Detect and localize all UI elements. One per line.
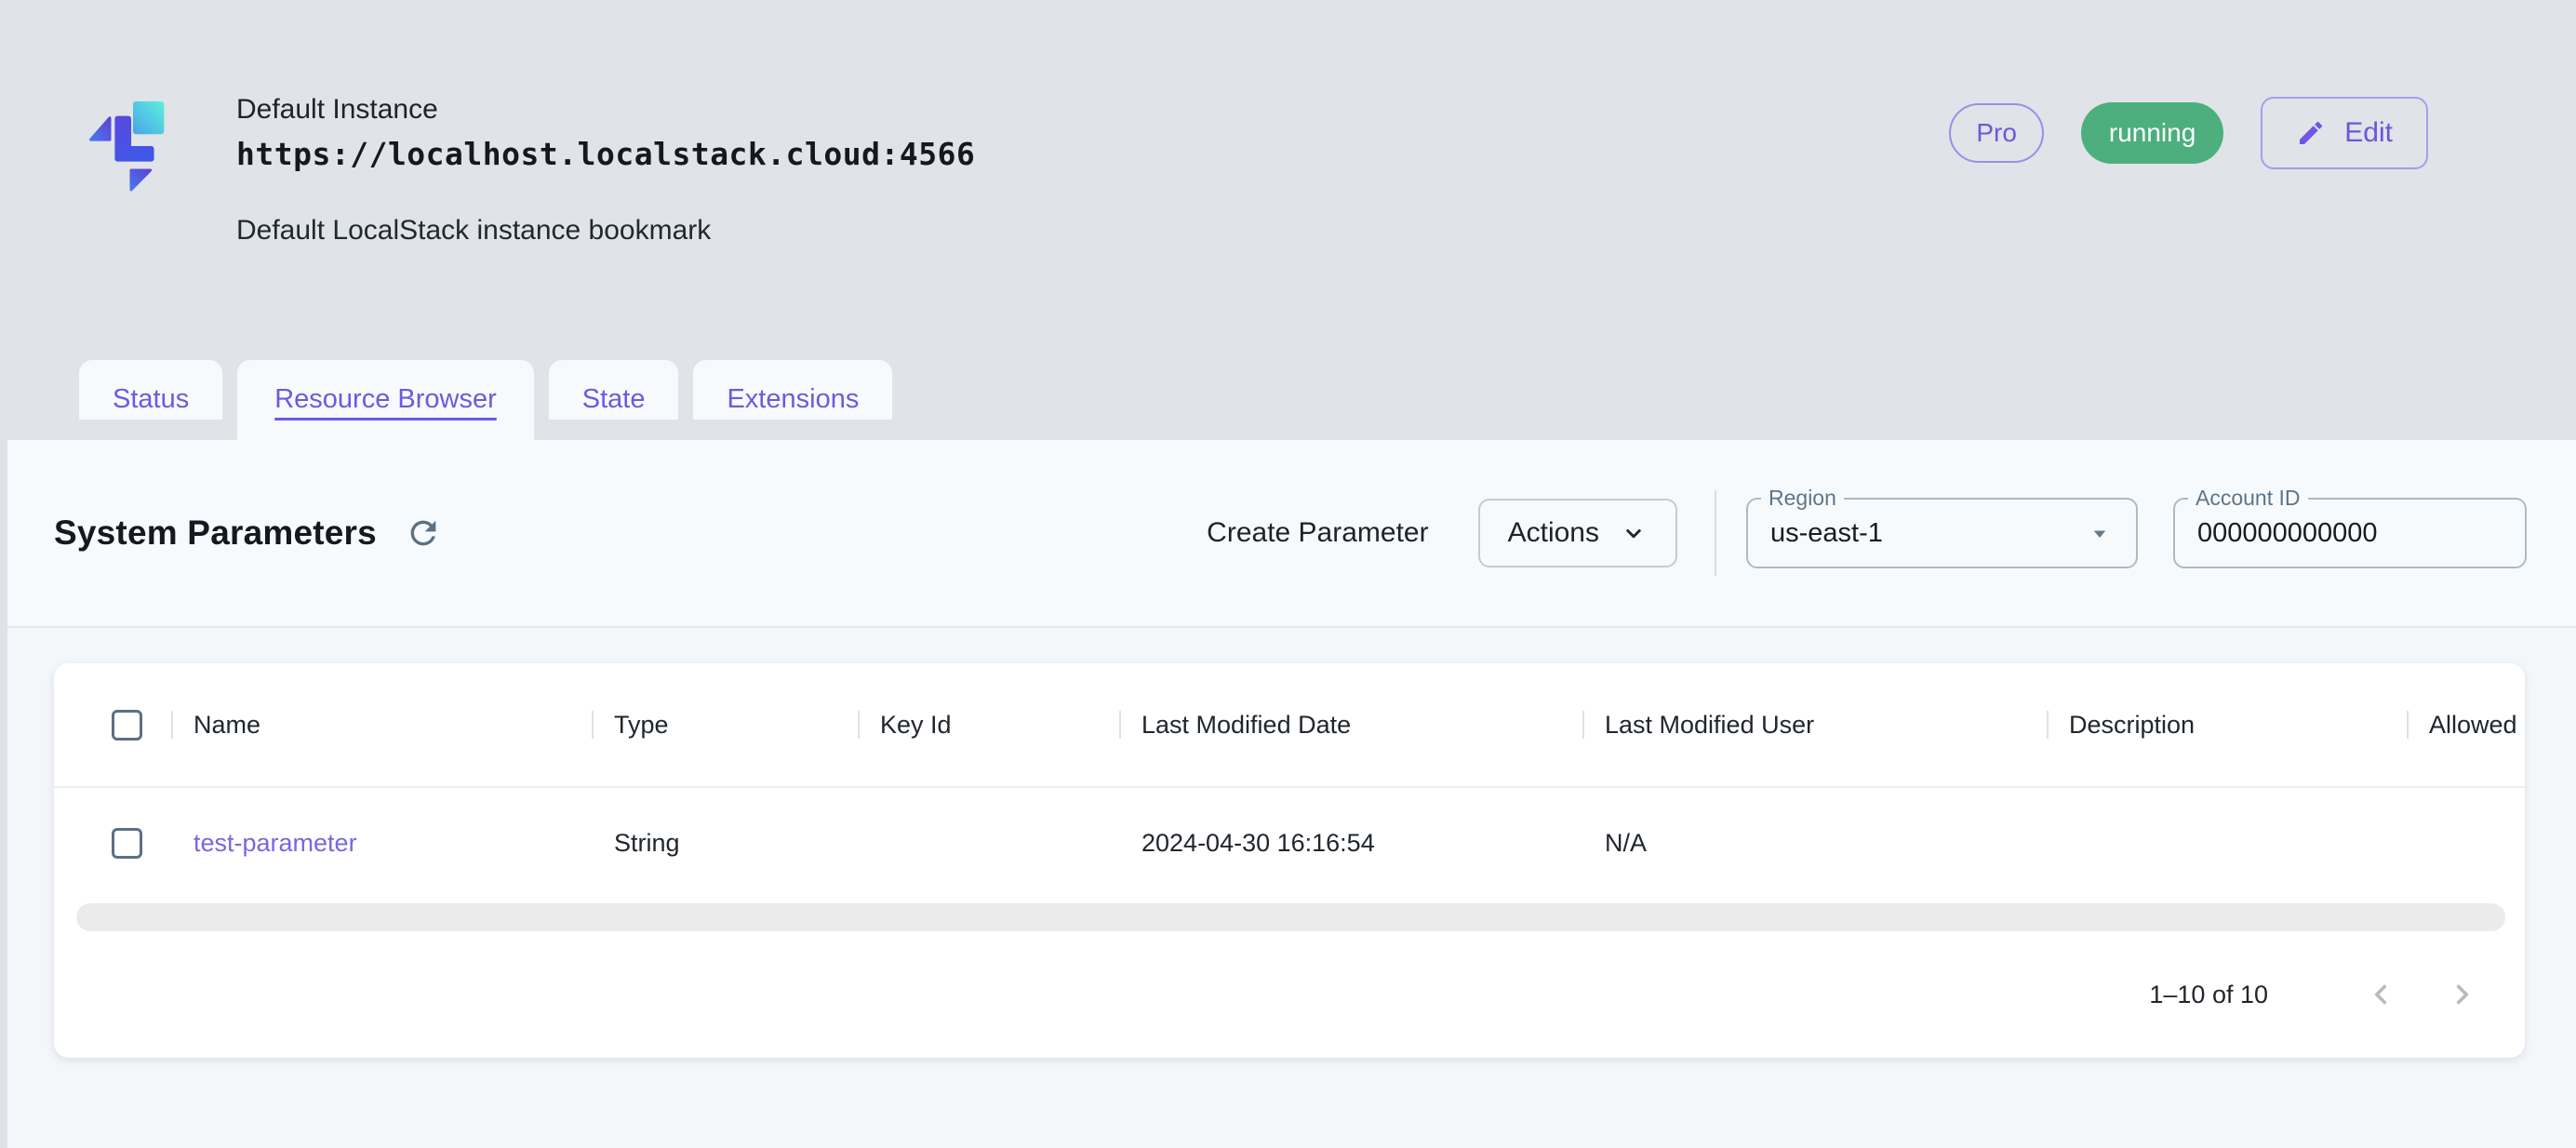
horizontal-scrollbar-track <box>54 898 2525 931</box>
refresh-icon <box>405 514 442 552</box>
row-checkbox[interactable] <box>112 828 142 859</box>
localstack-logo-icon <box>87 93 179 197</box>
localstack-app: Default Instance https://localhost.local… <box>0 0 2576 1148</box>
column-header-description: Description <box>2047 711 2407 740</box>
tab-resource-browser-label: Resource Browser <box>274 384 497 414</box>
instance-header-row: Default Instance https://localhost.local… <box>0 0 2576 247</box>
actions-dropdown-button[interactable]: Actions <box>1478 499 1677 567</box>
account-id-field-value: 000000000000 <box>2197 518 2503 549</box>
chevron-down-icon <box>1620 519 1648 547</box>
column-header-key-id: Key Id <box>858 711 1119 740</box>
toolbar-divider-line <box>1715 490 1716 576</box>
refresh-button[interactable] <box>403 513 444 554</box>
instance-url: https://localhost.localstack.cloud:4566 <box>236 136 1949 172</box>
table-area: Name Type Key Id Last Modified Date Last… <box>0 663 2576 1148</box>
header-checkbox-cell <box>54 710 171 741</box>
column-header-last-modified-date: Last Modified Date <box>1119 711 1582 740</box>
instance-tabs: Status Resource Browser State Extensions <box>79 360 892 440</box>
account-id-field-label: Account ID <box>2188 486 2308 512</box>
instance-badges: Pro running Edit <box>1949 93 2428 169</box>
actions-dropdown-label: Actions <box>1508 517 1599 549</box>
tab-status[interactable]: Status <box>79 360 222 420</box>
instance-name: Default Instance <box>236 93 1949 127</box>
account-id-field[interactable]: Account ID 000000000000 <box>2173 498 2527 568</box>
column-header-last-modified-user: Last Modified User <box>1582 711 2047 740</box>
cell-last-modified-date: 2024-04-30 16:16:54 <box>1119 829 1582 858</box>
tab-state[interactable]: State <box>549 360 679 420</box>
region-select-value: us-east-1 <box>1770 518 2086 549</box>
column-header-type: Type <box>592 711 858 740</box>
chevron-left-icon <box>2365 979 2396 1010</box>
toolbar: System Parameters Create Parameter Actio… <box>0 440 2576 626</box>
column-header-name: Name <box>171 711 592 740</box>
plan-badge: Pro <box>1949 103 2044 163</box>
tab-extensions[interactable]: Extensions <box>693 360 892 420</box>
row-checkbox-cell <box>54 828 171 859</box>
chevron-right-icon <box>2447 979 2478 1010</box>
instance-description: Default LocalStack instance bookmark <box>236 215 1949 247</box>
toolbar-bottom-divider <box>0 626 2576 628</box>
parameters-card: Name Type Key Id Last Modified Date Last… <box>54 663 2525 1058</box>
toolbar-actions: Create Parameter Actions Region us-east-… <box>1207 490 2527 576</box>
window-left-edge <box>0 440 7 1148</box>
region-select-label: Region <box>1761 486 1844 512</box>
horizontal-scrollbar-thumb[interactable] <box>76 903 2505 931</box>
pagination-next-button[interactable] <box>2436 968 2489 1021</box>
pencil-icon <box>2296 118 2326 148</box>
status-badge: running <box>2081 102 2223 164</box>
select-all-checkbox[interactable] <box>112 710 142 741</box>
tab-state-label: State <box>582 384 646 414</box>
column-header-allowed: Allowed <box>2407 711 2525 740</box>
table-header-row: Name Type Key Id Last Modified Date Last… <box>54 663 2525 786</box>
instance-header: Default Instance https://localhost.local… <box>0 0 2576 440</box>
page-title: System Parameters <box>54 514 377 553</box>
edit-button-label: Edit <box>2344 117 2393 149</box>
cell-name-link[interactable]: test-parameter <box>171 829 592 858</box>
toolbar-title-group: System Parameters <box>54 513 444 554</box>
region-select[interactable]: Region us-east-1 <box>1746 498 2138 568</box>
select-arrow-icon <box>2086 519 2114 547</box>
tab-resource-browser[interactable]: Resource Browser <box>237 360 534 440</box>
pagination: 1–10 of 10 <box>54 931 2525 1058</box>
edit-button[interactable]: Edit <box>2261 97 2428 169</box>
cell-type: String <box>592 829 858 858</box>
pagination-prev-button[interactable] <box>2354 968 2408 1021</box>
create-parameter-button[interactable]: Create Parameter <box>1207 517 1428 549</box>
tab-status-label: Status <box>113 384 189 414</box>
table-row[interactable]: test-parameter String 2024-04-30 16:16:5… <box>54 786 2525 898</box>
cell-last-modified-user: N/A <box>1582 829 2047 858</box>
resource-panel: System Parameters Create Parameter Actio… <box>0 440 2576 628</box>
pagination-range-label: 1–10 of 10 <box>2149 981 2268 1009</box>
tab-extensions-label: Extensions <box>727 384 859 414</box>
instance-info: Default Instance https://localhost.local… <box>236 93 1949 247</box>
